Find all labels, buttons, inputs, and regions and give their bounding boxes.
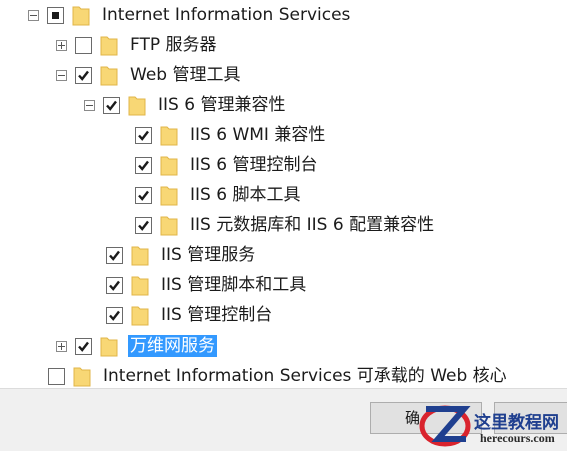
tree-item-iis-management-console[interactable]: IIS 管理控制台	[106, 300, 274, 330]
folder-icon	[131, 274, 149, 296]
folder-icon	[100, 34, 118, 56]
tree-checkbox-checked[interactable]	[135, 186, 152, 204]
folder-icon	[100, 335, 118, 357]
tree-item-web-management-tools[interactable]: Web 管理工具	[56, 60, 242, 90]
folder-icon	[73, 365, 91, 387]
tree-item-iis6-scripting-tools[interactable]: IIS 6 脚本工具	[135, 180, 302, 210]
site-watermark: 这里教程网 herecours.com	[418, 398, 567, 451]
folder-icon	[72, 4, 90, 26]
tree-item-label: IIS 6 WMI 兼容性	[190, 125, 326, 145]
tree-checkbox-unchecked[interactable]	[75, 36, 92, 54]
tree-item-iis[interactable]: Internet Information Services	[28, 0, 352, 30]
folder-icon	[131, 244, 149, 266]
tree-item-label: 万维网服务	[128, 335, 217, 357]
tree-item-label: FTP 服务器	[130, 35, 217, 55]
tree-item-label: IIS 6 管理控制台	[190, 155, 318, 175]
tree-item-iis-management-service[interactable]: IIS 管理服务	[106, 240, 257, 270]
tree-item-iis-metabase-compat[interactable]: IIS 元数据库和 IIS 6 配置兼容性	[135, 210, 436, 240]
tree-checkbox-checked[interactable]	[135, 156, 152, 174]
tree-item-label: IIS 元数据库和 IIS 6 配置兼容性	[190, 215, 435, 235]
tree-item-label: Internet Information Services 可承载的 Web 核…	[103, 366, 507, 386]
collapse-icon[interactable]	[56, 69, 67, 81]
tree-item-iis-management-scripts-tools[interactable]: IIS 管理脚本和工具	[106, 270, 308, 300]
watermark-url: herecours.com	[480, 431, 555, 445]
tree-checkbox-checked[interactable]	[103, 96, 120, 114]
tree-item-label: Internet Information Services	[102, 5, 351, 25]
windows-features-dialog: Internet Information Services FTP 服务器 We…	[0, 0, 567, 451]
tree-item-ftp-server[interactable]: FTP 服务器	[56, 30, 219, 60]
tree-item-iis6-management-compat[interactable]: IIS 6 管理兼容性	[84, 90, 287, 120]
tree-item-label: IIS 6 脚本工具	[190, 185, 301, 205]
expand-icon[interactable]	[56, 340, 67, 352]
watermark-logo-icon	[419, 405, 471, 447]
expand-icon[interactable]	[56, 39, 67, 51]
tree-checkbox-checked[interactable]	[106, 276, 123, 294]
tree-item-label: IIS 管理服务	[161, 245, 256, 265]
tree-checkbox-checked[interactable]	[75, 66, 92, 84]
tree-checkbox-partial[interactable]	[47, 6, 64, 24]
tree-item-iis-hostable-web-core[interactable]: Internet Information Services 可承载的 Web 核…	[48, 361, 509, 391]
tree-item-world-wide-web-services[interactable]: 万维网服务	[56, 331, 217, 361]
watermark-title: 这里教程网	[474, 413, 559, 433]
tree-checkbox-unchecked[interactable]	[48, 367, 65, 385]
tree-checkbox-checked[interactable]	[106, 306, 123, 324]
folder-icon	[128, 94, 146, 116]
folder-icon	[160, 154, 178, 176]
tree-item-iis6-management-console[interactable]: IIS 6 管理控制台	[135, 150, 319, 180]
folder-icon	[160, 124, 178, 146]
tree-checkbox-checked[interactable]	[75, 337, 92, 355]
tree-item-label: IIS 管理脚本和工具	[161, 275, 307, 295]
tree-item-label: IIS 管理控制台	[161, 305, 273, 325]
collapse-icon[interactable]	[28, 9, 39, 21]
folder-icon	[131, 304, 149, 326]
tree-item-iis6-wmi-compat[interactable]: IIS 6 WMI 兼容性	[135, 120, 327, 150]
tree-checkbox-checked[interactable]	[135, 216, 152, 234]
folder-icon	[160, 184, 178, 206]
tree-item-label: Web 管理工具	[130, 65, 241, 85]
folder-icon	[160, 214, 178, 236]
tree-item-label: IIS 6 管理兼容性	[158, 95, 286, 115]
folder-icon	[100, 64, 118, 86]
tree-checkbox-checked[interactable]	[106, 246, 123, 264]
collapse-icon[interactable]	[84, 99, 95, 111]
tree-checkbox-checked[interactable]	[135, 126, 152, 144]
